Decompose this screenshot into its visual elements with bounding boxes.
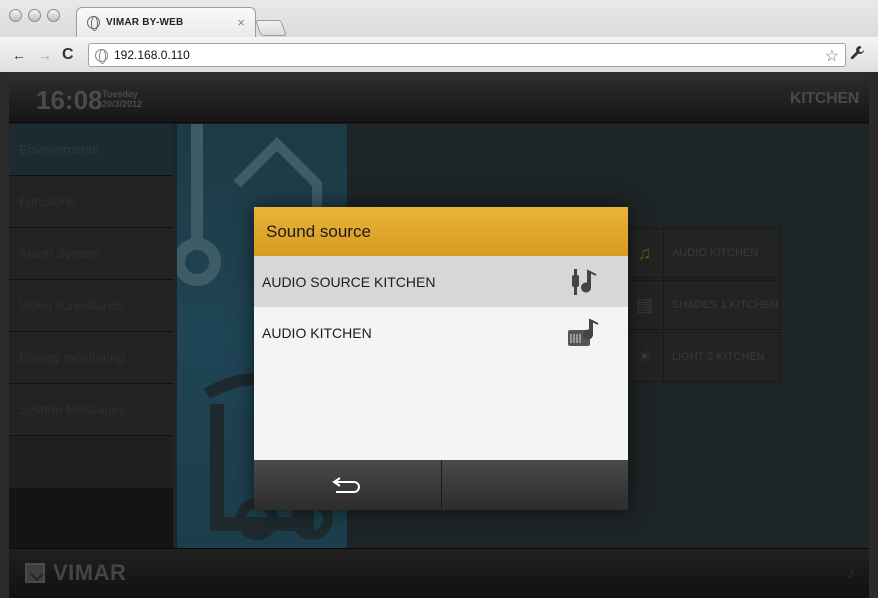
forward-button[interactable]: →: [38, 47, 52, 63]
dialog-actions: [254, 460, 628, 510]
back-button[interactable]: ←: [12, 47, 26, 63]
radio-music-icon: [566, 316, 600, 350]
list-item-label: AUDIO SOURCE KITCHEN: [262, 273, 436, 290]
sidebar-item-alarm-system[interactable]: Alarm System: [9, 228, 173, 280]
weekday-label: Tuesday: [102, 89, 138, 99]
tab-close-icon[interactable]: ×: [237, 15, 245, 30]
settings-icon[interactable]: ♪: [847, 565, 855, 583]
device-label: SHADES 1 KITCHEN: [672, 299, 778, 311]
device-shades-kitchen[interactable]: ▤ SHADES 1 KITCHEN: [625, 280, 781, 330]
list-item-audio-kitchen[interactable]: AUDIO KITCHEN: [254, 307, 628, 358]
app-header: 16:08 Tuesday 20/3/2012 KITCHEN: [9, 73, 869, 123]
return-arrow-icon: [332, 477, 361, 493]
dialog-list: AUDIO SOURCE KITCHEN AUDIO KITCHEN: [254, 256, 628, 460]
window-controls: [9, 9, 60, 22]
sidebar-filler: [9, 488, 173, 548]
clock-time: 16:08: [36, 85, 103, 115]
tab-title: VIMAR BY-WEB: [106, 17, 184, 28]
room-title: KITCHEN: [789, 90, 859, 107]
url-text: 192.168.0.110: [114, 48, 190, 62]
sound-source-dialog: Sound source AUDIO SOURCE KITCHEN AUDIO …: [254, 207, 628, 510]
browser-chrome: VIMAR BY-WEB × ← → C 192.168.0.110 ☆: [0, 0, 878, 72]
bookmark-star-icon[interactable]: ☆: [825, 46, 839, 66]
vimar-logo-icon: [25, 563, 45, 583]
sidebar-menu: Environments Functions Alarm System Vide…: [9, 124, 173, 548]
device-light-kitchen[interactable]: ☀ LIGHT 2 KITCHEN: [625, 332, 781, 382]
audio-icon: ♫: [626, 229, 664, 277]
sidebar-item-video-surveillance[interactable]: Video surveillance: [9, 280, 173, 332]
address-bar[interactable]: 192.168.0.110 ☆: [88, 43, 846, 67]
globe-icon: [87, 16, 100, 31]
app-footer: VIMAR ♪: [9, 548, 869, 598]
clock-date: Tuesday 20/3/2012: [102, 89, 142, 109]
dialog-title: Sound source: [254, 207, 628, 256]
vimar-brand: VIMAR: [53, 560, 127, 585]
wrench-menu-icon[interactable]: [850, 45, 866, 66]
site-info-icon[interactable]: [95, 48, 108, 64]
dialog-secondary-button[interactable]: [440, 460, 629, 510]
date-label: 20/3/2012: [102, 99, 143, 109]
sidebar-item-functions[interactable]: Functions: [9, 176, 173, 228]
device-label: LIGHT 2 KITCHEN: [672, 351, 765, 363]
close-window-button[interactable]: [9, 9, 22, 22]
device-label: AUDIO KITCHEN: [672, 247, 759, 259]
list-item-audio-source-kitchen[interactable]: AUDIO SOURCE KITCHEN: [254, 256, 628, 307]
minimize-window-button[interactable]: [28, 9, 41, 22]
back-button[interactable]: [254, 460, 441, 510]
browser-tab[interactable]: VIMAR BY-WEB ×: [76, 7, 256, 37]
sidebar-item-system-messages[interactable]: System Messages: [9, 384, 173, 436]
shades-icon: ▤: [626, 281, 664, 329]
sidebar-item-energy-monitoring[interactable]: Energy monitoring: [9, 332, 173, 384]
list-item-label: AUDIO KITCHEN: [262, 324, 372, 341]
sidebar-item-environments[interactable]: Environments: [9, 124, 173, 176]
reload-button[interactable]: C: [62, 46, 74, 64]
device-audio-kitchen[interactable]: ♫ AUDIO KITCHEN: [625, 228, 781, 278]
light-icon: ☀: [626, 333, 664, 381]
audio-source-icon: [566, 267, 600, 297]
new-tab-button[interactable]: [255, 20, 287, 36]
zoom-window-button[interactable]: [47, 9, 60, 22]
browser-toolbar: ← → C 192.168.0.110 ☆: [0, 37, 878, 72]
